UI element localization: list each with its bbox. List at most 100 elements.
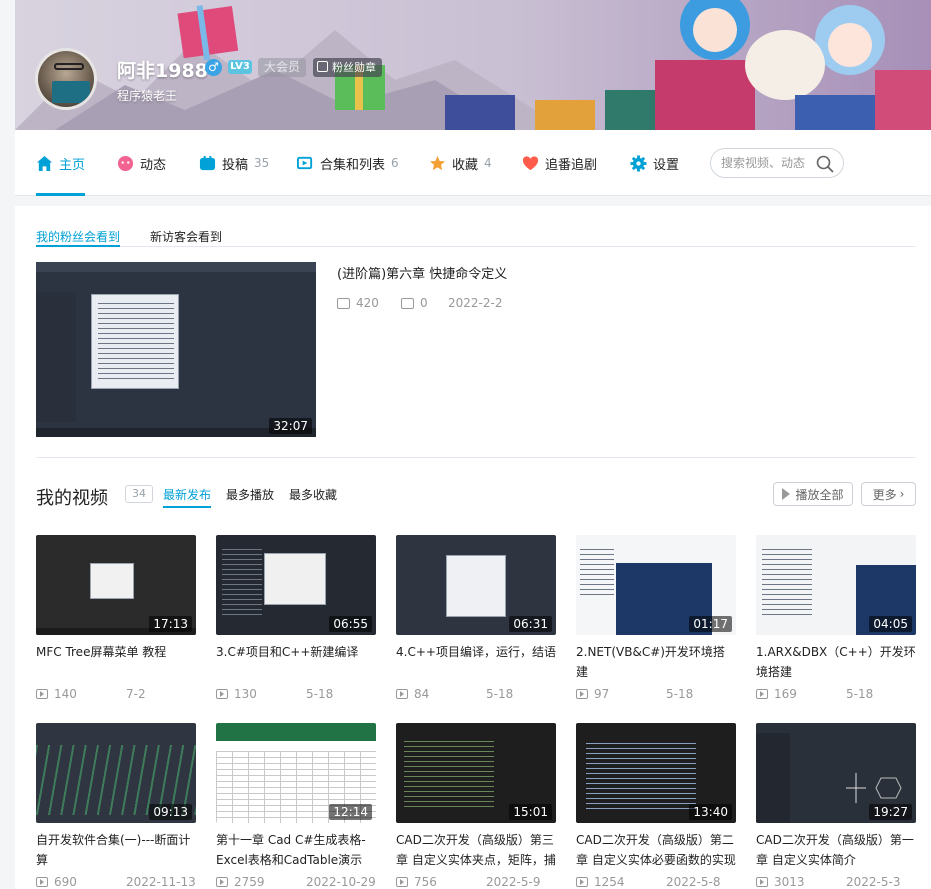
play-all-button[interactable]: 播放全部 (773, 482, 853, 506)
video-card[interactable]: 15:01 CAD二次开发（高级版）第三章 自定义实体夹点，矩阵，捕 756 20… (396, 723, 556, 889)
gear-icon (630, 154, 647, 172)
video-card[interactable]: 13:40 CAD二次开发（高级版）第二章 自定义实体必要函数的实现 1254 2… (576, 723, 736, 889)
nav-dynamic[interactable]: 动态 (117, 130, 166, 196)
video-title[interactable]: CAD二次开发（高级版）第二章 自定义实体必要函数的实现 (576, 830, 736, 870)
video-duration: 04:05 (869, 616, 912, 632)
nav-settings[interactable]: 设置 (630, 130, 679, 196)
tab-fans-see[interactable]: 我的粉丝会看到 (36, 228, 121, 247)
video-thumbnail[interactable]: 09:13 (36, 723, 196, 823)
video-card[interactable]: 09:13 自开发软件合集(一)---断面计算 690 2022-11-13 (36, 723, 196, 889)
level-badge[interactable]: LV3 (228, 60, 252, 74)
video-title[interactable]: MFC Tree屏幕菜单 教程 (36, 642, 196, 682)
vip-badge[interactable]: 大会员 (258, 58, 307, 77)
video-thumbnail[interactable]: 17:13 (36, 535, 196, 635)
video-title[interactable]: 2.NET(VB&C#)开发环境搭建 (576, 642, 736, 682)
featured-title[interactable]: (进阶篇)第六章 快捷命令定义 (337, 263, 507, 282)
video-date: 5-18 (306, 687, 334, 701)
thumb-window (90, 563, 134, 599)
video-title[interactable]: 1.ARX&DBX（C++）开发环境搭建 (756, 642, 916, 682)
collection-icon (297, 156, 313, 169)
play-count-icon (756, 877, 768, 887)
search-box[interactable] (710, 148, 844, 178)
video-thumbnail[interactable]: 12:14 (216, 723, 376, 823)
video-title[interactable]: CAD二次开发（高级版）第三章 自定义实体夹点，矩阵，捕 (396, 830, 556, 870)
video-card[interactable]: 17:13 MFC Tree屏幕菜单 教程 140 7-2 (36, 535, 196, 702)
video-title[interactable]: 4.C++项目编译，运行，结语 (396, 642, 556, 682)
play-all-label: 播放全部 (795, 487, 844, 502)
video-date: 5-18 (486, 687, 514, 701)
video-duration: 19:27 (869, 804, 912, 820)
tab-latest[interactable]: 最新发布 (163, 486, 212, 508)
video-meta: 756 2022-5-9 (396, 874, 556, 889)
video-card[interactable]: 12:14 第十一章 Cad C#生成表格-Excel表格和CadTable演示… (216, 723, 376, 889)
video-thumbnail[interactable]: 01:17 (576, 535, 736, 635)
video-thumbnail[interactable]: 04:05 (756, 535, 916, 635)
thumb-sidebar (756, 733, 790, 823)
user-sign: 程序猿老王 (117, 89, 178, 103)
video-plays: 84 (414, 687, 430, 701)
video-meta: 690 2022-11-13 (36, 874, 196, 889)
video-count-badge: 34 (125, 485, 153, 503)
video-duration: 06:31 (509, 616, 552, 632)
avatar-screen (52, 81, 90, 103)
nav-favorite[interactable]: 收藏 4 (429, 130, 492, 196)
video-title[interactable]: 自开发软件合集(一)---断面计算 (36, 830, 196, 870)
video-thumbnail[interactable]: 06:31 (396, 535, 556, 635)
video-card[interactable]: 06:31 4.C++项目编译，运行，结语 84 5-18 (396, 535, 556, 702)
username[interactable]: 阿非1988 (117, 56, 208, 83)
more-label: 更多 (872, 487, 897, 502)
video-thumbnail[interactable]: 15:01 (396, 723, 556, 823)
video-card[interactable]: 04:05 1.ARX&DBX（C++）开发环境搭建 169 5-18 (756, 535, 916, 702)
search-icon[interactable] (816, 155, 834, 173)
video-thumbnail[interactable]: 13:40 (576, 723, 736, 823)
tab-most-favorited[interactable]: 最多收藏 (289, 486, 337, 508)
tab-most-played[interactable]: 最多播放 (226, 486, 274, 508)
featured-meta: 420 0 2022-2-2 (337, 296, 502, 310)
video-title[interactable]: 第十一章 Cad C#生成表格-Excel表格和CadTable演示 (216, 830, 376, 870)
avatar[interactable] (35, 48, 97, 110)
video-card[interactable]: 06:55 3.C#项目和C++新建编译 130 5-18 (216, 535, 376, 702)
nav-upload-label: 投稿 (222, 157, 249, 173)
play-count-icon (36, 877, 48, 887)
thumb-dialog (91, 294, 179, 389)
nav-dynamic-label: 动态 (140, 157, 167, 173)
video-card[interactable]: 19:27 CAD二次开发（高级版）第一章 自定义实体简介 3013 2022-5… (756, 723, 916, 889)
nav-home[interactable]: 主页 (36, 130, 86, 196)
favorite-icon (429, 155, 446, 170)
fan-medal-button[interactable]: 粉丝勋章 (313, 58, 382, 77)
search-input[interactable] (721, 155, 813, 171)
play-count-icon (756, 689, 768, 699)
play-count-icon (216, 689, 228, 699)
main-content: 我的粉丝会看到 新访客会看到 32:07 (进阶篇)第六章 快捷命令定义 420… (15, 206, 931, 889)
video-duration: 09:13 (149, 804, 192, 820)
comment-icon (401, 297, 414, 309)
nav-upload[interactable]: 投稿 35 (199, 130, 269, 196)
nav-favorite-label: 收藏 (452, 157, 479, 173)
more-button[interactable]: 更多 › (861, 482, 916, 506)
thumb-text (762, 549, 812, 619)
thumb-window (264, 553, 326, 605)
nav-collection[interactable]: 合集和列表 6 (297, 130, 399, 196)
thumb-toolbar (36, 262, 316, 272)
video-plays: 140 (54, 687, 77, 701)
divider (36, 457, 916, 458)
video-date: 5-18 (846, 687, 874, 701)
featured-duration: 32:07 (269, 418, 312, 434)
video-card[interactable]: 01:17 2.NET(VB&C#)开发环境搭建 97 5-18 (576, 535, 736, 702)
video-title[interactable]: CAD二次开发（高级版）第一章 自定义实体简介 (756, 830, 916, 870)
play-count-icon (576, 689, 588, 699)
video-title[interactable]: 3.C#项目和C++新建编译 (216, 642, 376, 682)
dynamic-icon (117, 155, 134, 171)
video-plays: 2759 (234, 875, 265, 889)
video-date: 5-18 (666, 687, 694, 701)
featured-video-thumbnail[interactable]: 32:07 (36, 262, 316, 437)
video-duration: 17:13 (149, 616, 192, 632)
video-thumbnail[interactable]: 19:27 (756, 723, 916, 823)
video-thumbnail[interactable]: 06:55 (216, 535, 376, 635)
play-count-icon (576, 877, 588, 887)
nav-follow-bangumi[interactable]: 追番追剧 (522, 130, 597, 196)
tab-new-visitors-see[interactable]: 新访客会看到 (150, 228, 222, 247)
medal-icon (317, 61, 328, 72)
video-duration: 12:14 (329, 804, 372, 820)
nav-settings-label: 设置 (653, 157, 680, 173)
